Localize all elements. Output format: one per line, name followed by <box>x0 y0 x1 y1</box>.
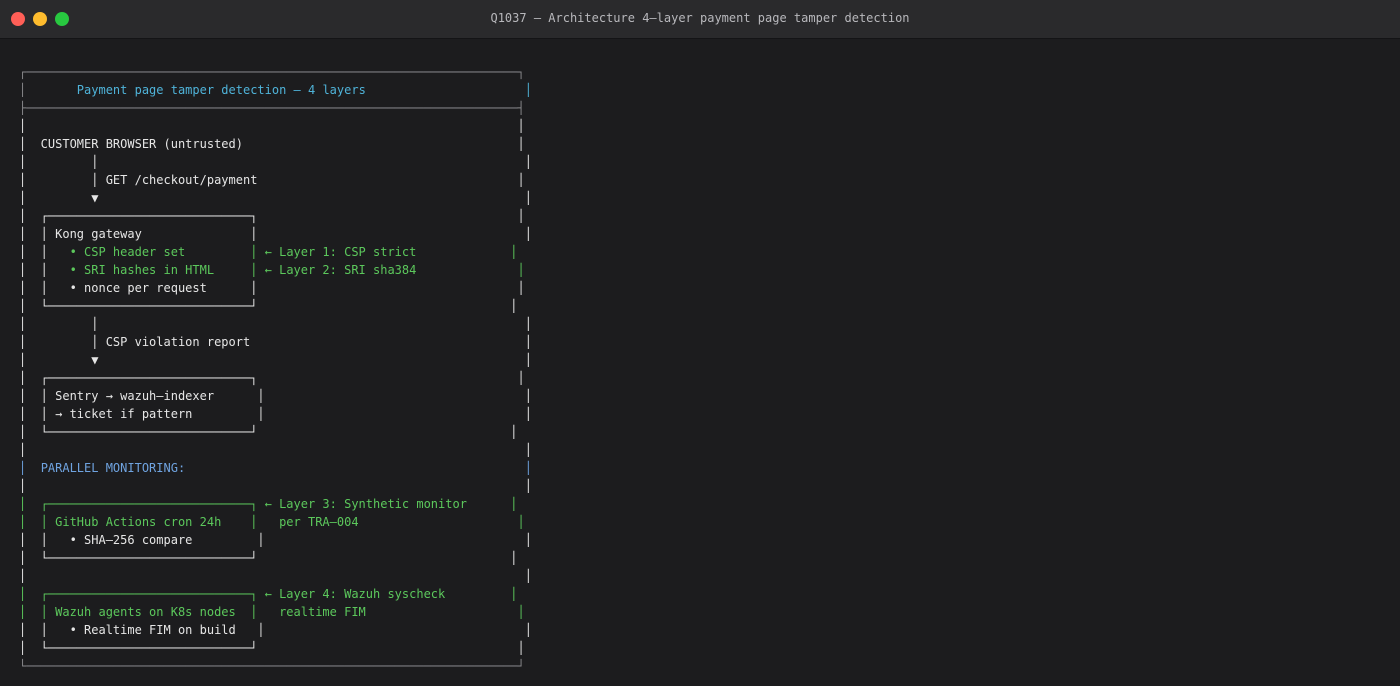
terminal-text-segment: ├───────────────────────────────────────… <box>19 101 525 115</box>
terminal-text-segment: │ └────────────────────────────┘ │ <box>19 425 518 439</box>
terminal-text-segment: │ │ Wazuh agents on K8s nodes │ realtime… <box>19 605 525 619</box>
terminal-line: │ │ • nonce per request │ │ <box>19 279 525 297</box>
terminal-line: │ │ │ <box>19 153 532 171</box>
terminal-line: │ ┌────────────────────────────┐ ← Layer… <box>19 585 518 603</box>
terminal-text-segment: │ ┌────────────────────────────┐ │ <box>19 371 525 385</box>
terminal-text-segment: │ │ • SHA–256 compare │ │ <box>19 533 532 547</box>
terminal-line: │ PARALLEL MONITORING: │ <box>19 459 532 477</box>
terminal-text-segment: Payment page tamper detection — 4 layers <box>26 83 366 97</box>
terminal-line: │ │ <box>19 477 532 495</box>
terminal-line: │ │ • CSP header set │ ← Layer 1: CSP st… <box>19 243 518 261</box>
terminal-text-segment: │ │ │ <box>19 317 532 331</box>
terminal-text-segment: │ │ Sentry → wazuh–indexer │ │ <box>19 389 532 403</box>
terminal-text-segment: │ ▼ │ <box>19 191 532 205</box>
terminal-line: │ │ • SHA–256 compare │ │ <box>19 531 532 549</box>
terminal-line: │ ┌────────────────────────────┐ ← Layer… <box>19 495 518 513</box>
terminal-text-segment: │ │ CSP violation report │ <box>19 335 532 349</box>
terminal-line: │ ┌────────────────────────────┐ │ <box>19 207 525 225</box>
terminal-text-segment: │ ▼ │ <box>19 353 532 367</box>
terminal-line: │ └────────────────────────────┘ │ <box>19 549 518 567</box>
terminal-line: │ │ • Realtime FIM on build │ │ <box>19 621 532 639</box>
terminal-line: │ │ <box>19 441 532 459</box>
terminal-output[interactable]: ┌───────────────────────────────────────… <box>0 39 1400 686</box>
terminal-text-segment: │ <box>365 83 532 97</box>
terminal-line: │ │ Wazuh agents on K8s nodes │ realtime… <box>19 603 525 621</box>
terminal-line: │ │ <box>19 567 532 585</box>
terminal-text-segment: │ │ <box>19 479 532 493</box>
terminal-text-segment: │ ┌────────────────────────────┐ ← Layer… <box>19 497 518 511</box>
terminal-text-segment: └───────────────────────────────────────… <box>19 659 525 673</box>
terminal-line: └───────────────────────────────────────… <box>19 657 525 675</box>
terminal-line: │ │ GitHub Actions cron 24h │ per TRA–00… <box>19 513 525 531</box>
terminal-text-segment: │ │ <box>19 569 532 583</box>
terminal-text-segment: │ │ → ticket if pattern │ │ <box>19 407 532 421</box>
terminal-line: │ CUSTOMER BROWSER (untrusted) │ <box>19 135 525 153</box>
terminal-text-segment: │ │ • nonce per request │ │ <box>19 281 525 295</box>
terminal-text-segment: │ │ │ <box>19 155 532 169</box>
window-title: Q1037 — Architecture 4–layer payment pag… <box>490 11 910 25</box>
terminal-line: │ Payment page tamper detection — 4 laye… <box>19 81 532 99</box>
terminal-text-segment: │ │ <box>19 119 525 133</box>
terminal-text-segment: │ ┌────────────────────────────┐ ← Layer… <box>19 587 518 601</box>
terminal-text-segment: • SRI hashes in HTML │ ← Layer 2: SRI sh… <box>55 263 525 277</box>
terminal-line: │ ▼ │ <box>19 189 532 207</box>
terminal-text-segment: • CSP header set │ ← Layer 1: CSP strict… <box>55 245 518 259</box>
terminal-text-segment: │ │ • Realtime FIM on build │ │ <box>19 623 532 637</box>
terminal-text-segment: │ ┌────────────────────────────┐ │ <box>19 209 525 223</box>
terminal-line: │ │ Sentry → wazuh–indexer │ │ <box>19 387 532 405</box>
terminal-text-segment: │ └────────────────────────────┘ │ <box>19 641 525 655</box>
terminal-line: │ │ CSP violation report │ <box>19 333 532 351</box>
terminal-line: │ │ GET /checkout/payment │ <box>19 171 525 189</box>
terminal-text-segment: │ │ GitHub Actions cron 24h │ per TRA–00… <box>19 515 525 529</box>
terminal-line: │ ▼ │ <box>19 351 532 369</box>
terminal-text-segment: │ └────────────────────────────┘ │ <box>19 299 518 313</box>
terminal-line: │ │ Kong gateway │ │ <box>19 225 532 243</box>
terminal-line: │ │ <box>19 117 525 135</box>
terminal-text-segment: │ │ <box>19 443 532 457</box>
terminal-line: │ └────────────────────────────┘ │ <box>19 423 518 441</box>
terminal-text-segment: │ <box>185 461 532 475</box>
terminal-line: ├───────────────────────────────────────… <box>19 99 525 117</box>
terminal-line: │ └────────────────────────────┘ │ <box>19 639 525 657</box>
terminal-text-segment: │ │ Kong gateway │ │ <box>19 227 532 241</box>
terminal-line: │ └────────────────────────────┘ │ <box>19 297 518 315</box>
terminal-line: │ │ │ <box>19 315 532 333</box>
terminal-line: │ │ • SRI hashes in HTML │ ← Layer 2: SR… <box>19 261 525 279</box>
terminal-text-segment: │ │ GET /checkout/payment │ <box>19 173 525 187</box>
window-titlebar: Q1037 — Architecture 4–layer payment pag… <box>0 0 1400 39</box>
terminal-text-segment: │ CUSTOMER BROWSER (untrusted) │ <box>19 137 525 151</box>
terminal-line: │ ┌────────────────────────────┐ │ <box>19 369 525 387</box>
terminal-line: ┌───────────────────────────────────────… <box>19 63 525 81</box>
terminal-text-segment: PARALLEL MONITORING: <box>40 461 186 475</box>
terminal-line: │ │ → ticket if pattern │ │ <box>19 405 532 423</box>
terminal-text-segment: │ │ <box>19 263 56 277</box>
terminal-text-segment: │ └────────────────────────────┘ │ <box>19 551 518 565</box>
terminal-text-segment: │ <box>19 461 41 475</box>
terminal-text-segment: ┌───────────────────────────────────────… <box>19 65 525 79</box>
terminal-text-segment: │ │ <box>19 245 56 259</box>
